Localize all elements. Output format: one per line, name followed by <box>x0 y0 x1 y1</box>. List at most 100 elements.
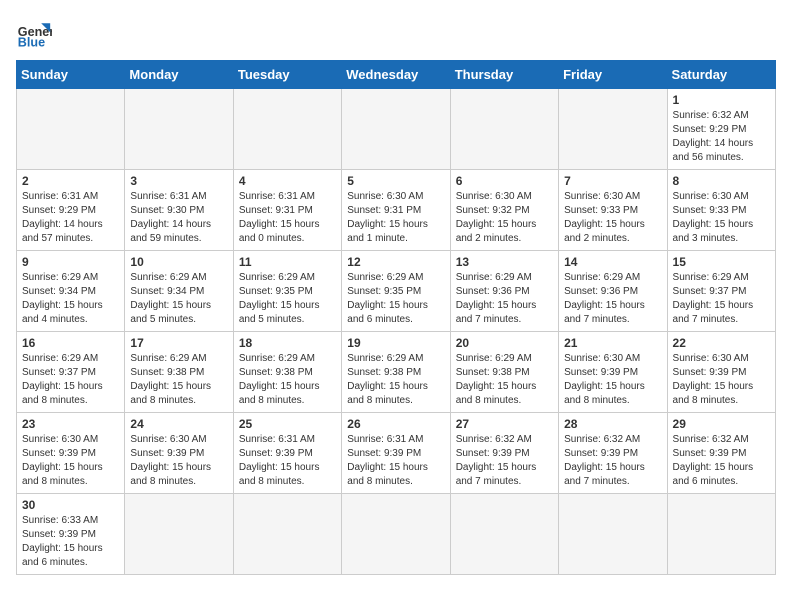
day-number: 29 <box>673 417 770 431</box>
day-number: 22 <box>673 336 770 350</box>
day-info: Sunrise: 6:29 AM Sunset: 9:35 PM Dayligh… <box>239 271 336 327</box>
weekday-header-tuesday: Tuesday <box>233 61 341 89</box>
day-info: Sunrise: 6:29 AM Sunset: 9:38 PM Dayligh… <box>456 352 553 408</box>
day-info: Sunrise: 6:29 AM Sunset: 9:34 PM Dayligh… <box>130 271 227 327</box>
weekday-header-saturday: Saturday <box>667 61 775 89</box>
day-info: Sunrise: 6:30 AM Sunset: 9:39 PM Dayligh… <box>130 433 227 489</box>
day-number: 10 <box>130 255 227 269</box>
weekday-header-row: SundayMondayTuesdayWednesdayThursdayFrid… <box>17 61 776 89</box>
day-number: 21 <box>564 336 661 350</box>
weekday-header-wednesday: Wednesday <box>342 61 450 89</box>
calendar-day-cell: 5 Sunrise: 6:30 AM Sunset: 9:31 PM Daylig… <box>342 170 450 251</box>
calendar-day-cell: 17 Sunrise: 6:29 AM Sunset: 9:38 PM Dayli… <box>125 332 233 413</box>
day-number: 11 <box>239 255 336 269</box>
calendar-day-cell: 28Sunrise: 6:32 AM Sunset: 9:39 PM Dayli… <box>559 413 667 494</box>
calendar-day-cell: 4 Sunrise: 6:31 AM Sunset: 9:31 PM Daylig… <box>233 170 341 251</box>
calendar-day-cell: 6 Sunrise: 6:30 AM Sunset: 9:32 PM Daylig… <box>450 170 558 251</box>
day-info: Sunrise: 6:29 AM Sunset: 9:34 PM Dayligh… <box>22 271 119 327</box>
logo-icon: General Blue <box>16 16 52 52</box>
calendar-day-cell: 26 Sunrise: 6:31 AM Sunset: 9:39 PM Dayli… <box>342 413 450 494</box>
calendar-day-cell: 1 Sunrise: 6:32 AM Sunset: 9:29 PM Daylig… <box>667 89 775 170</box>
day-number: 15 <box>673 255 770 269</box>
calendar-day-cell: 7Sunrise: 6:30 AM Sunset: 9:33 PM Daylig… <box>559 170 667 251</box>
calendar-day-cell: 10 Sunrise: 6:29 AM Sunset: 9:34 PM Dayli… <box>125 251 233 332</box>
day-number: 13 <box>456 255 553 269</box>
day-number: 30 <box>22 498 119 512</box>
calendar-day-cell: 20 Sunrise: 6:29 AM Sunset: 9:38 PM Dayli… <box>450 332 558 413</box>
day-number: 1 <box>673 93 770 107</box>
calendar-day-cell: 14Sunrise: 6:29 AM Sunset: 9:36 PM Dayli… <box>559 251 667 332</box>
day-info: Sunrise: 6:31 AM Sunset: 9:39 PM Dayligh… <box>239 433 336 489</box>
day-info: Sunrise: 6:29 AM Sunset: 9:37 PM Dayligh… <box>22 352 119 408</box>
day-info: Sunrise: 6:30 AM Sunset: 9:33 PM Dayligh… <box>673 190 770 246</box>
day-info: Sunrise: 6:29 AM Sunset: 9:38 PM Dayligh… <box>347 352 444 408</box>
weekday-header-sunday: Sunday <box>17 61 125 89</box>
day-info: Sunrise: 6:30 AM Sunset: 9:39 PM Dayligh… <box>673 352 770 408</box>
calendar-day-cell: 9 Sunrise: 6:29 AM Sunset: 9:34 PM Daylig… <box>17 251 125 332</box>
day-info: Sunrise: 6:33 AM Sunset: 9:39 PM Dayligh… <box>22 514 119 570</box>
day-info: Sunrise: 6:31 AM Sunset: 9:30 PM Dayligh… <box>130 190 227 246</box>
calendar-week-row: 1 Sunrise: 6:32 AM Sunset: 9:29 PM Daylig… <box>17 89 776 170</box>
day-info: Sunrise: 6:31 AM Sunset: 9:39 PM Dayligh… <box>347 433 444 489</box>
day-info: Sunrise: 6:31 AM Sunset: 9:31 PM Dayligh… <box>239 190 336 246</box>
calendar-day-cell: 22 Sunrise: 6:30 AM Sunset: 9:39 PM Dayli… <box>667 332 775 413</box>
day-info: Sunrise: 6:29 AM Sunset: 9:36 PM Dayligh… <box>456 271 553 327</box>
day-number: 23 <box>22 417 119 431</box>
calendar-day-cell: 27Sunrise: 6:32 AM Sunset: 9:39 PM Dayli… <box>450 413 558 494</box>
day-number: 5 <box>347 174 444 188</box>
day-number: 26 <box>347 417 444 431</box>
day-number: 9 <box>22 255 119 269</box>
day-number: 25 <box>239 417 336 431</box>
calendar-week-row: 23 Sunrise: 6:30 AM Sunset: 9:39 PM Dayli… <box>17 413 776 494</box>
day-info: Sunrise: 6:30 AM Sunset: 9:32 PM Dayligh… <box>456 190 553 246</box>
calendar-day-cell <box>342 89 450 170</box>
calendar-day-cell <box>342 494 450 575</box>
day-info: Sunrise: 6:32 AM Sunset: 9:29 PM Dayligh… <box>673 109 770 165</box>
calendar-week-row: 2 Sunrise: 6:31 AM Sunset: 9:29 PM Daylig… <box>17 170 776 251</box>
calendar-week-row: 16Sunrise: 6:29 AM Sunset: 9:37 PM Dayli… <box>17 332 776 413</box>
calendar-day-cell <box>125 89 233 170</box>
calendar-day-cell <box>233 494 341 575</box>
calendar-day-cell: 8 Sunrise: 6:30 AM Sunset: 9:33 PM Daylig… <box>667 170 775 251</box>
day-number: 20 <box>456 336 553 350</box>
calendar-day-cell <box>559 494 667 575</box>
day-info: Sunrise: 6:29 AM Sunset: 9:38 PM Dayligh… <box>239 352 336 408</box>
svg-text:Blue: Blue <box>18 36 45 50</box>
calendar-day-cell: 19 Sunrise: 6:29 AM Sunset: 9:38 PM Dayli… <box>342 332 450 413</box>
calendar-day-cell <box>125 494 233 575</box>
day-number: 27 <box>456 417 553 431</box>
weekday-header-monday: Monday <box>125 61 233 89</box>
day-number: 8 <box>673 174 770 188</box>
day-number: 17 <box>130 336 227 350</box>
day-number: 19 <box>347 336 444 350</box>
day-number: 24 <box>130 417 227 431</box>
calendar-day-cell: 12Sunrise: 6:29 AM Sunset: 9:35 PM Dayli… <box>342 251 450 332</box>
calendar-day-cell <box>450 89 558 170</box>
day-number: 3 <box>130 174 227 188</box>
calendar-day-cell: 29 Sunrise: 6:32 AM Sunset: 9:39 PM Dayli… <box>667 413 775 494</box>
day-info: Sunrise: 6:29 AM Sunset: 9:35 PM Dayligh… <box>347 271 444 327</box>
calendar-day-cell: 25 Sunrise: 6:31 AM Sunset: 9:39 PM Dayli… <box>233 413 341 494</box>
day-number: 2 <box>22 174 119 188</box>
calendar-week-row: 9 Sunrise: 6:29 AM Sunset: 9:34 PM Daylig… <box>17 251 776 332</box>
calendar-day-cell: 18Sunrise: 6:29 AM Sunset: 9:38 PM Dayli… <box>233 332 341 413</box>
calendar-day-cell <box>233 89 341 170</box>
calendar-day-cell: 21 Sunrise: 6:30 AM Sunset: 9:39 PM Dayli… <box>559 332 667 413</box>
calendar-day-cell: 2 Sunrise: 6:31 AM Sunset: 9:29 PM Daylig… <box>17 170 125 251</box>
calendar-day-cell: 15Sunrise: 6:29 AM Sunset: 9:37 PM Dayli… <box>667 251 775 332</box>
day-info: Sunrise: 6:29 AM Sunset: 9:38 PM Dayligh… <box>130 352 227 408</box>
calendar: SundayMondayTuesdayWednesdayThursdayFrid… <box>16 60 776 575</box>
calendar-day-cell: 3 Sunrise: 6:31 AM Sunset: 9:30 PM Daylig… <box>125 170 233 251</box>
weekday-header-friday: Friday <box>559 61 667 89</box>
day-number: 4 <box>239 174 336 188</box>
day-info: Sunrise: 6:32 AM Sunset: 9:39 PM Dayligh… <box>564 433 661 489</box>
day-info: Sunrise: 6:30 AM Sunset: 9:39 PM Dayligh… <box>564 352 661 408</box>
day-number: 14 <box>564 255 661 269</box>
day-info: Sunrise: 6:30 AM Sunset: 9:31 PM Dayligh… <box>347 190 444 246</box>
calendar-week-row: 30 Sunrise: 6:33 AM Sunset: 9:39 PM Dayli… <box>17 494 776 575</box>
day-info: Sunrise: 6:32 AM Sunset: 9:39 PM Dayligh… <box>673 433 770 489</box>
day-number: 6 <box>456 174 553 188</box>
day-info: Sunrise: 6:31 AM Sunset: 9:29 PM Dayligh… <box>22 190 119 246</box>
calendar-day-cell: 24 Sunrise: 6:30 AM Sunset: 9:39 PM Dayli… <box>125 413 233 494</box>
day-number: 7 <box>564 174 661 188</box>
